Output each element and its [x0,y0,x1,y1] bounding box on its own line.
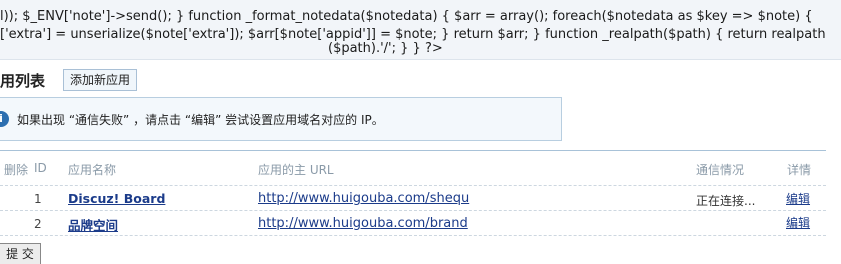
col-header-id: ID [34,161,47,175]
row-id: 1 [34,192,42,206]
page-title: 用列表 [0,72,46,90]
notice-box: i 如果出现 “通信失败” ，请点击 “编辑” 尝试设置应用域名对应的 IP。 [0,97,562,141]
edit-link[interactable]: 编辑 [786,214,810,231]
table-row: 2 品牌空间 http://www.huigouba.com/brand 编辑 [0,211,826,236]
app-url-link[interactable]: http://www.huigouba.com/brand [258,216,468,231]
code-line: ($path).'/'; } } ?> [328,41,443,56]
table-top-border [0,150,826,151]
notice-text: 如果出现 “通信失败” ，请点击 “编辑” 尝试设置应用域名对应的 IP。 [17,113,384,127]
submit-button[interactable]: 提 交 [0,243,41,264]
app-url-link[interactable]: http://www.huigouba.com/shequ [258,191,469,206]
info-icon: i [0,111,9,127]
edit-link[interactable]: 编辑 [786,190,810,207]
col-header-delete: 删除 [4,163,29,177]
row-id: 2 [34,217,42,231]
col-header-status: 通信情况 [696,163,745,177]
status-text: 正在连接... [696,194,756,208]
col-header-name: 应用名称 [68,163,117,177]
table-row: 1 Discuz! Board http://www.huigouba.com/… [0,186,826,211]
col-header-url: 应用的主 URL [258,163,334,177]
col-header-detail: 详情 [787,163,812,177]
php-source-output: l)); $_ENV['note']->send(); } function _… [0,0,841,60]
app-name-link[interactable]: Discuz! Board [68,191,165,206]
add-app-button[interactable]: 添加新应用 [63,69,138,91]
code-line: l)); $_ENV['note']->send(); } function _… [0,9,813,24]
app-name-link[interactable]: 品牌空间 [68,215,118,234]
